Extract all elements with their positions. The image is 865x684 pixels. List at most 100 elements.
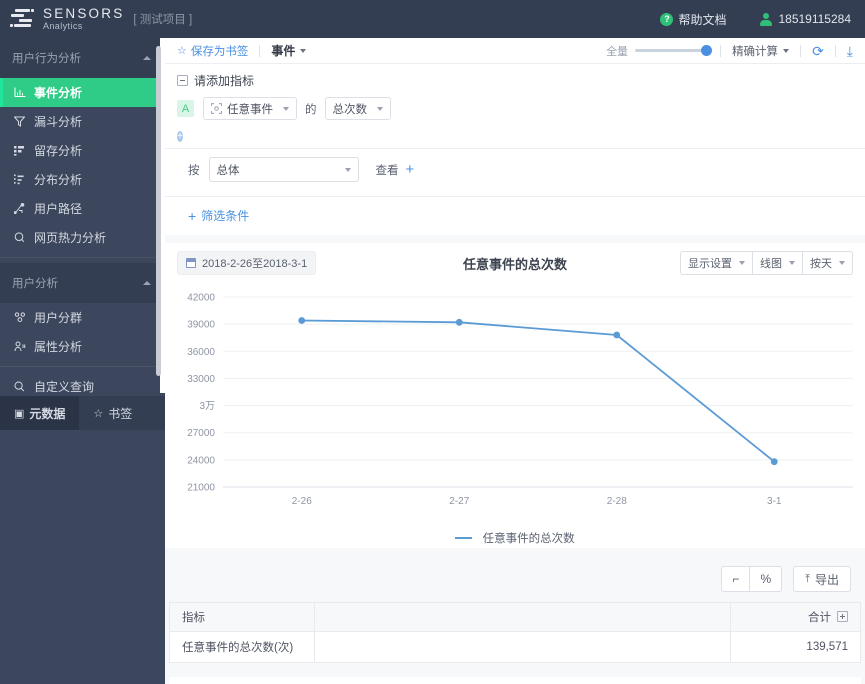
help-doc-link[interactable]: ? 帮助文档 (660, 11, 726, 28)
save-bookmark-label: 保存为书签 (190, 45, 249, 58)
svg-text:33000: 33000 (187, 374, 215, 385)
chevron-down-icon (344, 167, 351, 172)
table-header-row: 指标 合计 (169, 602, 861, 632)
query-toolbar-right: 全量 精确计算 ⟳ ⤓ (606, 43, 853, 59)
chevron-up-icon (143, 281, 151, 285)
add-metric-row: + (165, 126, 865, 144)
add-filter-button[interactable]: + 筛选条件 (188, 207, 249, 224)
percent-label: % (760, 572, 772, 586)
sidebar-scroll-area: 用户行为分析 事件分析 漏斗分析 留存分析 分布分析 用户路径 网页热力分析 用… (0, 38, 165, 394)
slider-knob[interactable] (701, 45, 713, 56)
sidebar-divider-1 (0, 257, 165, 258)
export-button[interactable]: ⤒ 导出 (793, 566, 851, 592)
chart-panel: 2018-2-26至2018-3-1 任意事件的总次数 显示设置 线图 按天 4… (165, 243, 865, 548)
project-tag: [ 测试项目 ] (133, 14, 193, 26)
chevron-down-icon (300, 48, 307, 53)
chevron-down-icon (839, 261, 845, 265)
chevron-down-icon (783, 48, 790, 53)
sidebar-item-distribution-analysis[interactable]: 分布分析 (0, 165, 165, 194)
svg-text:2-27: 2-27 (449, 496, 469, 507)
add-filter-label: 筛选条件 (201, 209, 250, 223)
chevron-down-icon (789, 261, 795, 265)
target-icon (211, 103, 222, 114)
refresh-icon[interactable]: ⟳ (812, 44, 824, 58)
event-type-dropdown[interactable]: 事件 (271, 42, 307, 59)
help-doc-label: 帮助文档 (678, 12, 727, 27)
user-attr-icon (12, 341, 27, 353)
user-phone-label: 18519115284 (778, 12, 851, 26)
sidebar-item-user-path[interactable]: 用户路径 (0, 194, 165, 223)
table-footer-strip (169, 677, 861, 684)
display-settings-label: 显示设置 (688, 258, 732, 270)
metric-section-header[interactable]: 请添加指标 (165, 64, 865, 93)
group-by-select[interactable]: 总体 (208, 157, 359, 182)
svg-text:39000: 39000 (187, 320, 215, 331)
sidebar-item-label: 书签 (108, 406, 133, 421)
sidebar-item-attribute-analysis[interactable]: 属性分析 (0, 332, 165, 361)
event-select[interactable]: 任意事件 (203, 97, 297, 120)
sidebar-group-behavior[interactable]: 用户行为分析 (0, 38, 165, 78)
col-total[interactable]: 合计 (730, 602, 861, 632)
svg-text:3-1: 3-1 (767, 496, 782, 507)
sidebar-item-event-analysis[interactable]: 事件分析 (0, 78, 165, 107)
search-query-icon (12, 381, 27, 393)
sidebar-item-label: 属性分析 (34, 340, 83, 354)
sidebar-item-label: 分布分析 (34, 173, 83, 187)
sidebar-scrollbar[interactable] (156, 46, 161, 376)
svg-text:27000: 27000 (187, 428, 215, 439)
brand-logo-block[interactable]: SENSORS Analytics [ 测试项目 ] (0, 7, 192, 31)
sidebar-item-bookmarks[interactable]: ☆ 书签 (79, 396, 146, 430)
calendar-icon (186, 258, 196, 268)
svg-text:3万: 3万 (199, 401, 215, 412)
distribution-icon (12, 174, 27, 186)
percent-toggle-button[interactable]: % (749, 566, 783, 592)
save-bookmark-button[interactable]: ☆ 保存为书签 (177, 43, 248, 59)
curve-icon: ⌐ (732, 572, 740, 586)
toolbar-divider (720, 44, 722, 57)
date-range-value: 2018-2-26至2018-3-1 (202, 258, 308, 270)
export-toolbar: ⌐ % ⤒ 导出 (165, 556, 865, 602)
col-total-label: 合计 (808, 612, 831, 624)
legend-label: 任意事件的总次数 (482, 533, 575, 545)
display-settings-button[interactable]: 显示设置 (680, 251, 753, 275)
user-account-link[interactable]: 18519115284 (760, 12, 851, 26)
result-table: 指标 合计 任意事件的总次数(次) 139,571 (169, 602, 861, 663)
chart-type-button[interactable]: 线图 (752, 251, 803, 275)
time-granularity-button[interactable]: 按天 (802, 251, 853, 275)
sidebar: 用户行为分析 事件分析 漏斗分析 留存分析 分布分析 用户路径 网页热力分析 用… (0, 38, 165, 684)
cell-metric: 任意事件的总次数(次) (169, 631, 315, 663)
chart-type-label: 线图 (760, 258, 782, 270)
group-by-row: 按 总体 查看 + (165, 149, 865, 192)
metadata-icon: ▣ (14, 407, 25, 420)
sidebar-item-label: 自定义查询 (34, 380, 95, 394)
sidebar-group-user[interactable]: 用户分析 (0, 263, 165, 303)
minus-square-icon[interactable] (177, 75, 188, 86)
app-root: SENSORS Analytics [ 测试项目 ] ? 帮助文档 185191… (0, 0, 865, 684)
sidebar-item-user-segment[interactable]: 用户分群 (0, 303, 165, 332)
curve-toggle-button[interactable]: ⌐ (721, 566, 751, 592)
filter-row: + 筛选条件 (165, 197, 865, 235)
line-chart-svg[interactable]: 42000 39000 36000 33000 3万 27000 24000 21000 2-2… (165, 283, 865, 523)
plus-circle-icon[interactable]: + (177, 131, 183, 142)
view-add-icon[interactable]: + (406, 162, 415, 177)
chart-legend[interactable]: 任意事件的总次数 (165, 530, 865, 546)
date-range-picker[interactable]: 2018-2-26至2018-3-1 (177, 251, 317, 275)
plus-square-icon[interactable] (837, 611, 848, 622)
event-type-label: 事件 (271, 44, 296, 58)
measure-select[interactable]: 总次数 (324, 97, 391, 120)
star-icon: ☆ (177, 45, 187, 57)
download-icon[interactable]: ⤓ (847, 44, 853, 58)
volume-slider[interactable] (635, 45, 713, 56)
brand-name: SENSORS (43, 6, 125, 22)
table-row: 任意事件的总次数(次) 139,571 (169, 631, 861, 663)
calc-mode-dropdown[interactable]: 精确计算 (732, 43, 790, 59)
col-metric[interactable]: 指标 (169, 602, 315, 632)
table-footer-gap (165, 663, 865, 677)
sidebar-item-retention-analysis[interactable]: 留存分析 (0, 136, 165, 165)
sidebar-item-label: 留存分析 (34, 144, 83, 158)
result-table-wrap: 指标 合计 任意事件的总次数(次) 139,571 (169, 602, 861, 663)
event-select-value: 任意事件 (227, 103, 273, 116)
sidebar-item-heatmap-analysis[interactable]: 网页热力分析 (0, 223, 165, 252)
sidebar-item-metadata[interactable]: ▣ 元数据 (0, 396, 80, 430)
sidebar-item-funnel-analysis[interactable]: 漏斗分析 (0, 107, 165, 136)
